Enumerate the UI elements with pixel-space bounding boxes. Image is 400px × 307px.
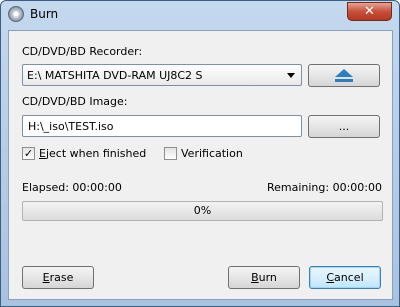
remaining-time: Remaining: 00:00:00 [266,181,382,194]
title-bar[interactable]: Burn ✕ [1,1,399,29]
cancel-button[interactable]: Cancel [309,266,381,289]
burn-progress-bar: 0% [22,201,383,221]
eject-icon [335,69,353,82]
burn-dialog-window: Burn ✕ CD/DVD/BD Recorder: E:\ MATSHITA … [0,0,400,307]
eject-when-finished-label[interactable]: Eject when finished [39,147,146,160]
close-button[interactable]: ✕ [347,2,392,21]
browse-button[interactable]: ... [308,115,380,138]
recorder-label: CD/DVD/BD Recorder: [22,45,143,58]
disc-icon [8,6,24,22]
dialog-body: CD/DVD/BD Recorder: E:\ MATSHITA DVD-RAM… [8,30,393,300]
progress-percent: 0% [193,204,212,217]
window-title: Burn [30,7,59,21]
eject-when-finished-checkbox[interactable]: ✓ [22,147,35,160]
verification-checkbox[interactable] [164,147,177,160]
burn-button[interactable]: Burn [228,266,300,289]
image-path-input[interactable]: H:\_iso\TEST.iso [22,115,302,137]
chevron-down-icon [287,73,295,78]
image-label: CD/DVD/BD Image: [22,95,128,108]
recorder-selected-value: E:\ MATSHITA DVD-RAM UJ8C2 S [27,69,203,82]
erase-button[interactable]: Erase [22,266,94,289]
verification-label[interactable]: Verification [181,147,243,160]
elapsed-time: Elapsed: 00:00:00 [22,181,122,194]
eject-button[interactable] [308,64,380,87]
recorder-dropdown[interactable]: E:\ MATSHITA DVD-RAM UJ8C2 S [22,64,302,86]
